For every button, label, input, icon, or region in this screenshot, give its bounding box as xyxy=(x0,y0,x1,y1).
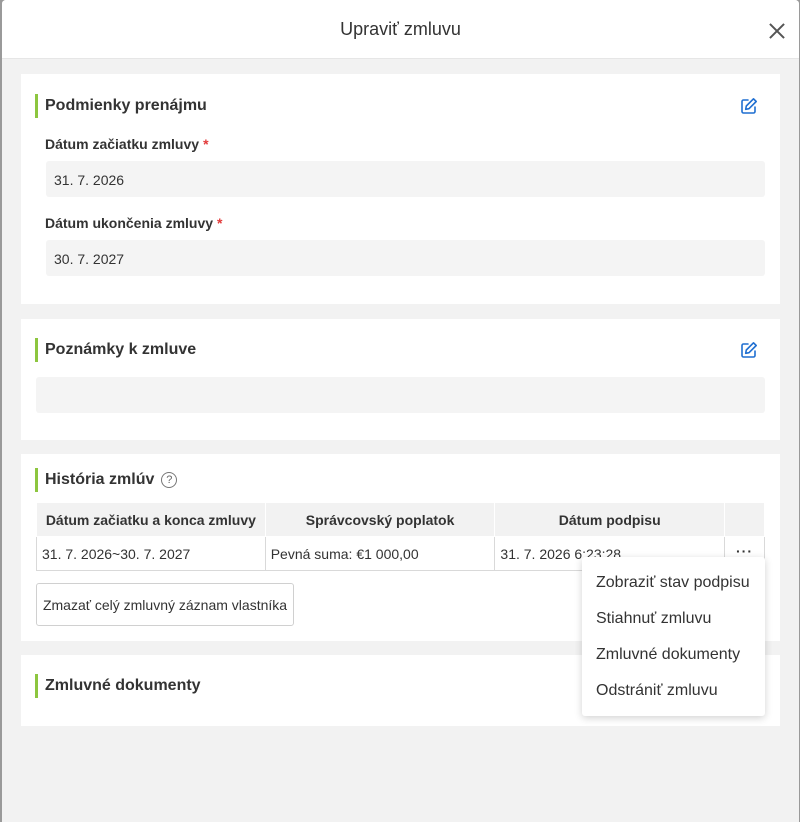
column-header-actions xyxy=(724,502,765,537)
required-mark: * xyxy=(203,136,209,152)
start-date-label-text: Dátum začiatku zmluvy xyxy=(45,136,200,152)
start-date-field[interactable]: 31. 7. 2026 xyxy=(46,161,765,197)
row-context-menu: Zobraziť stav podpisu Stiahnuť zmluvu Zm… xyxy=(582,557,765,716)
history-title: História zmlúv xyxy=(45,471,155,488)
column-header-fee: Správcovský poplatok xyxy=(264,502,496,537)
column-header-period: Dátum začiatku a konca zmluvy xyxy=(36,502,266,537)
documents-title: Zmluvné dokumenty xyxy=(45,677,201,694)
menu-item-contract-documents[interactable]: Zmluvné dokumenty xyxy=(582,637,765,673)
required-mark: * xyxy=(217,215,223,231)
notes-header: Poznámky k zmluve xyxy=(35,338,196,362)
end-date-label: Dátum ukončenia zmluvy * xyxy=(45,215,223,231)
column-header-signed: Dátum podpisu xyxy=(494,502,726,537)
rental-terms-header: Podmienky prenájmu xyxy=(35,94,207,118)
table-header-row: Dátum začiatku a konca zmluvy Správcovsk… xyxy=(36,502,765,537)
edit-contract-modal: Upraviť zmluvu Podmienky prenájmu Dátum … xyxy=(2,0,799,822)
edit-icon[interactable] xyxy=(740,341,758,359)
delete-owner-contract-record-button[interactable]: Zmazať celý zmluvný záznam vlastníka xyxy=(36,583,294,626)
menu-item-download-contract[interactable]: Stiahnuť zmluvu xyxy=(582,601,765,637)
notes-card: Poznámky k zmluve xyxy=(21,319,780,440)
cell-period: 31. 7. 2026~30. 7. 2027 xyxy=(36,536,266,571)
close-icon[interactable] xyxy=(767,21,787,41)
menu-item-remove-contract[interactable]: Odstrániť zmluvu xyxy=(582,673,765,709)
notes-title: Poznámky k zmluve xyxy=(45,341,197,358)
documents-header: Zmluvné dokumenty xyxy=(35,674,201,698)
end-date-label-text: Dátum ukončenia zmluvy xyxy=(45,215,214,231)
rental-terms-card: Podmienky prenájmu Dátum začiatku zmluvy… xyxy=(21,74,780,304)
rental-terms-title: Podmienky prenájmu xyxy=(45,97,207,114)
notes-field[interactable] xyxy=(36,377,765,413)
history-header: História zmlúv ? xyxy=(35,468,178,492)
modal-title: Upraviť zmluvu xyxy=(340,18,461,39)
start-date-label: Dátum začiatku zmluvy * xyxy=(45,136,209,152)
menu-item-show-signature-status[interactable]: Zobraziť stav podpisu xyxy=(582,565,765,601)
cell-fee: Pevná suma: €1 000,00 xyxy=(264,536,496,571)
edit-icon[interactable] xyxy=(740,97,758,115)
end-date-field[interactable]: 30. 7. 2027 xyxy=(46,240,765,276)
help-icon[interactable]: ? xyxy=(161,472,178,488)
modal-header: Upraviť zmluvu xyxy=(2,0,799,58)
